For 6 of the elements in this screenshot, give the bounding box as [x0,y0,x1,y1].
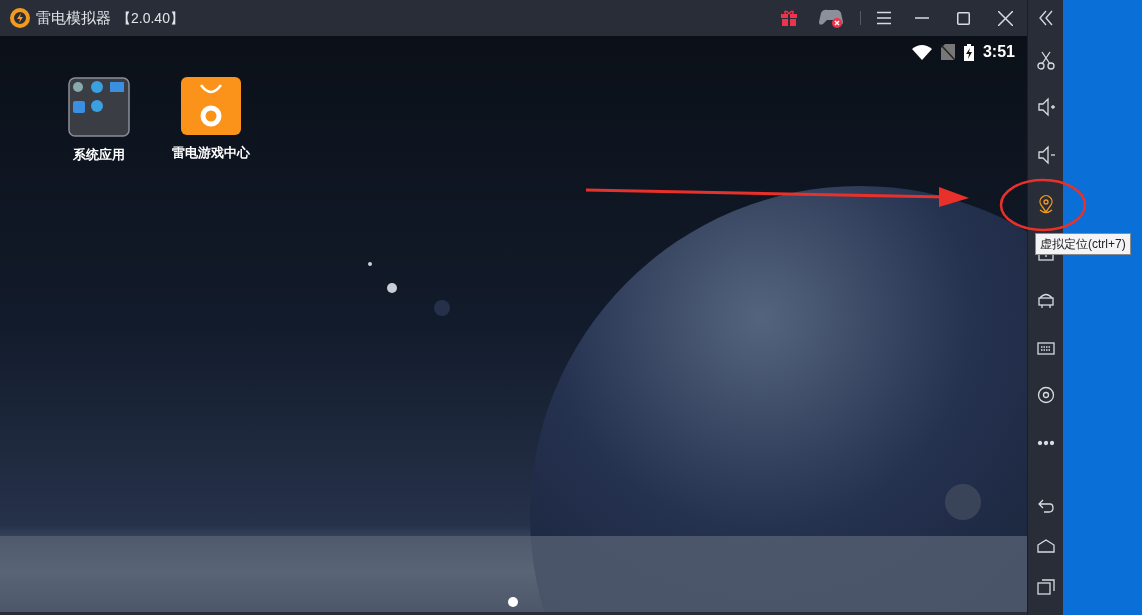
version-label: 【2.0.40】 [117,8,184,28]
tooltip: 虚拟定位(ctrl+7) [1035,233,1131,255]
app-label: 系统应用 [73,146,125,164]
app-label: 雷电游戏中心 [172,144,250,162]
status-time: 3:51 [982,42,1015,62]
window-title: 雷电模拟器 [36,7,111,28]
